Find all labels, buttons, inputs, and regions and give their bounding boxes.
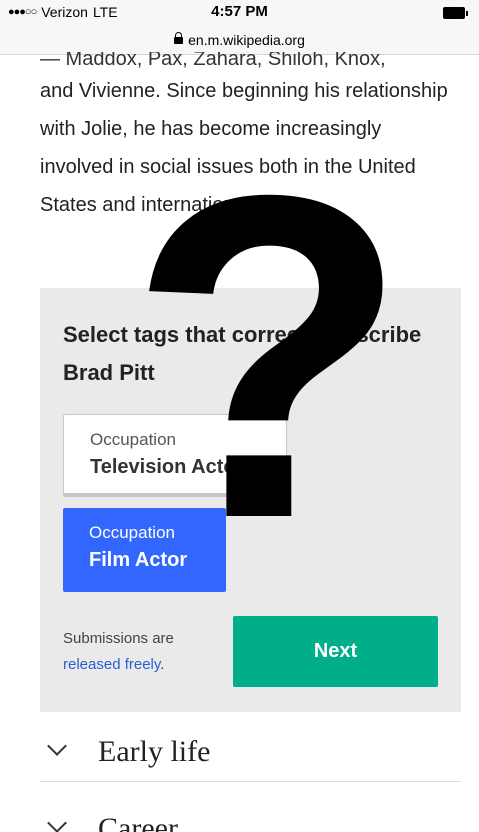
submissions-text: Submissions are — [63, 630, 174, 647]
tag-value: Film Actor — [89, 549, 188, 571]
section-title: Early life — [98, 735, 211, 768]
tag-option-film-actor[interactable]: Occupation Film Actor — [63, 508, 226, 592]
tag-option-television-actor[interactable]: Occupation Television Actor — [63, 414, 287, 494]
article-text: — Maddox, Pax, Zahara, Shiloh, Knox, and… — [40, 52, 450, 224]
tag-panel: Select tags that correctly describe Brad… — [40, 288, 461, 712]
tag-type: Occupation — [90, 430, 176, 449]
url-text: en.m.wikipedia.org — [188, 32, 305, 48]
article-paragraph: and Vivienne. Since beginning his relati… — [40, 80, 448, 216]
tag-type: Occupation — [89, 523, 175, 542]
tag-value: Television Actor — [90, 456, 244, 478]
section-career[interactable]: Career — [40, 800, 461, 832]
battery-icon — [443, 7, 468, 19]
next-button[interactable]: Next — [233, 616, 438, 687]
released-freely-link[interactable]: released freely — [63, 656, 160, 673]
chevron-down-icon — [47, 736, 67, 756]
status-bar: ●●●○○ Verizon LTE 4:57 PM — [0, 0, 479, 30]
status-time: 4:57 PM — [211, 3, 268, 20]
section-early-life[interactable]: Early life — [40, 723, 461, 782]
section-title: Career — [98, 812, 178, 832]
submissions-note: Submissions are released freely. — [63, 626, 223, 678]
panel-title: Select tags that correctly describe Brad… — [63, 322, 422, 385]
chevron-down-icon — [47, 813, 67, 832]
submissions-period: . — [160, 656, 165, 673]
partially-visible-line: — Maddox, Pax, Zahara, Shiloh, Knox, — [40, 52, 386, 70]
lock-icon — [174, 32, 184, 44]
